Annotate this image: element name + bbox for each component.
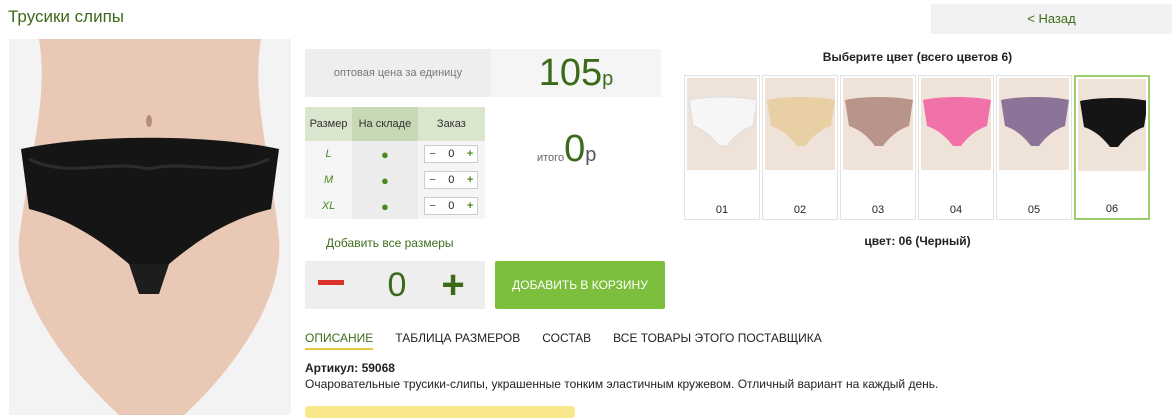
price-value: 105р: [491, 49, 661, 97]
minus-icon[interactable]: [318, 280, 344, 285]
swatch-number: 06: [1105, 203, 1119, 215]
color-swatch-06-selected[interactable]: 06: [1074, 75, 1150, 220]
selected-color-caption: цвет: 06 (Черный): [864, 234, 971, 248]
quantity-value[interactable]: 0: [448, 200, 454, 212]
increment-button[interactable]: +: [467, 174, 473, 186]
add-all-sizes-link[interactable]: Добавить все размеры: [326, 236, 454, 250]
swatch-image: [765, 78, 835, 170]
total-currency: р: [585, 144, 597, 166]
size-header: Размер: [305, 107, 353, 141]
swatch-number: 01: [715, 204, 729, 216]
price-currency: р: [602, 68, 614, 90]
quantity-stepper[interactable]: − 0 +: [424, 197, 479, 215]
size-label: L: [325, 148, 332, 160]
order-total: итого0р: [537, 128, 596, 171]
sizes-table: Размер На складе Заказ L ● − 0 + M ● − 0…: [305, 107, 485, 219]
price-amount: 105: [538, 52, 603, 94]
color-swatch-02[interactable]: 02: [762, 75, 838, 220]
quantity-value[interactable]: 0: [448, 148, 454, 160]
quantity-stepper[interactable]: − 0 +: [424, 171, 479, 189]
table-row: M ● − 0 +: [305, 167, 485, 193]
color-swatch-03[interactable]: 03: [840, 75, 916, 220]
swatch-graphic: [843, 78, 913, 170]
table-row: L ● − 0 +: [305, 141, 485, 167]
swatch-graphic: [999, 78, 1069, 170]
total-value: 0: [564, 128, 586, 170]
color-chooser-header: Выберите цвет (всего цветов 6): [822, 50, 1013, 64]
product-tabs: ОПИСАНИЕ ТАБЛИЦА РАЗМЕРОВ СОСТАВ ВСЕ ТОВ…: [305, 331, 822, 350]
size-label: M: [323, 174, 334, 186]
product-photo-graphic: [9, 39, 291, 415]
back-button[interactable]: < Назад: [931, 4, 1172, 34]
swatch-graphic: [1078, 79, 1146, 171]
swatch-image: [687, 78, 757, 170]
decrement-button[interactable]: −: [429, 200, 435, 212]
color-swatches: 01 02 03 04 05 06: [684, 75, 1150, 220]
price-label: оптовая цена за единицу: [305, 49, 491, 97]
product-description: Очаровательные трусики-слипы, украшенные…: [305, 377, 939, 391]
decrement-button[interactable]: −: [429, 148, 435, 160]
tab-size-chart[interactable]: ТАБЛИЦА РАЗМЕРОВ: [395, 331, 520, 350]
plus-icon[interactable]: +: [438, 265, 468, 305]
tab-supplier-products[interactable]: ВСЕ ТОВАРЫ ЭТОГО ПОСТАВЩИКА: [613, 331, 822, 350]
swatch-number: 05: [1027, 204, 1041, 216]
swatch-number: 04: [949, 204, 963, 216]
total-label: итого: [537, 152, 565, 164]
order-header: Заказ: [417, 107, 485, 141]
in-stock-indicator: ●: [380, 172, 389, 188]
swatch-graphic: [687, 78, 757, 170]
increment-button[interactable]: +: [467, 148, 473, 160]
size-label: XL: [321, 200, 336, 212]
page-title: Трусики слипы: [8, 7, 124, 26]
increment-button[interactable]: +: [467, 200, 473, 212]
swatch-graphic: [921, 78, 991, 170]
stock-header: На складе: [352, 107, 418, 141]
swatch-image: [921, 78, 991, 170]
color-swatch-05[interactable]: 05: [996, 75, 1072, 220]
table-row: XL ● − 0 +: [305, 193, 485, 219]
swatch-image: [843, 78, 913, 170]
swatch-image: [999, 78, 1069, 170]
swatch-number: 02: [793, 204, 807, 216]
swatch-graphic: [765, 78, 835, 170]
color-swatch-01[interactable]: 01: [684, 75, 760, 220]
decrement-button[interactable]: −: [429, 174, 435, 186]
article-number: Артикул: 59068: [305, 361, 395, 375]
tab-composition[interactable]: СОСТАВ: [542, 331, 591, 350]
add-to-cart-button[interactable]: ДОБАВИТЬ В КОРЗИНУ: [495, 261, 665, 309]
product-main-image[interactable]: [9, 39, 291, 415]
swatch-number: 03: [871, 204, 885, 216]
color-swatch-04[interactable]: 04: [918, 75, 994, 220]
swatch-image: [1078, 79, 1146, 171]
quantity-value-large[interactable]: 0: [372, 261, 422, 309]
quantity-stepper[interactable]: − 0 +: [424, 145, 479, 163]
in-stock-indicator: ●: [380, 146, 389, 162]
quantity-value[interactable]: 0: [448, 174, 454, 186]
in-stock-indicator: ●: [380, 198, 389, 214]
tab-description[interactable]: ОПИСАНИЕ: [305, 331, 374, 350]
notice-box[interactable]: [305, 406, 575, 418]
